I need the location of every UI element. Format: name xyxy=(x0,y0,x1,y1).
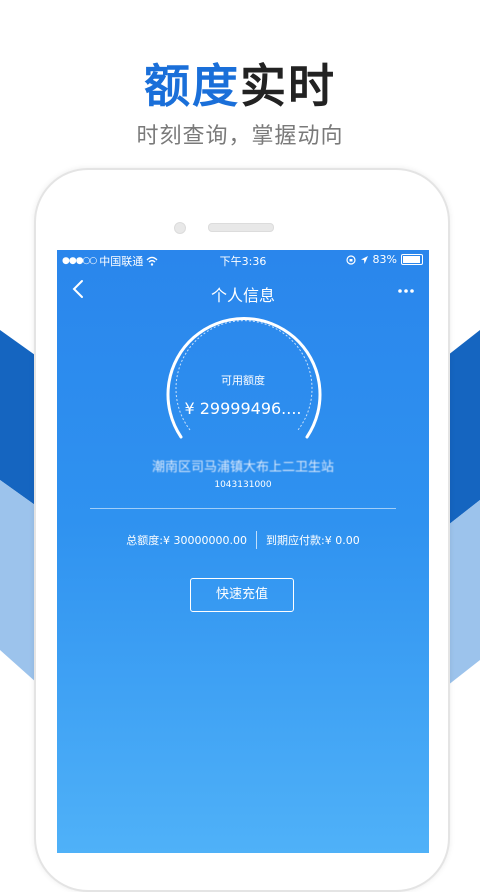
promo-title: 额度实时 xyxy=(0,50,480,116)
totals-separator xyxy=(255,531,257,549)
total-credit-label: 总额度: xyxy=(126,534,163,547)
promo-title-highlight: 额度 xyxy=(144,59,240,113)
account-holder-name: 潮南区司马浦镇大布上二卫生站 xyxy=(151,460,334,475)
promo-title-rest: 实时 xyxy=(240,59,336,113)
totals-row: 总额度: ¥ 30000000.00 到期应付款: ¥ 0.00 xyxy=(57,531,429,549)
amount-due-label: 到期应付款: xyxy=(265,534,325,547)
front-camera xyxy=(174,222,186,234)
earpiece-speaker xyxy=(208,223,274,232)
quick-recharge-button[interactable]: 快速充值 xyxy=(190,578,294,612)
total-credit-value: ¥ 30000000.00 xyxy=(163,533,247,547)
amount-due-value: ¥ 0.00 xyxy=(324,533,360,547)
divider xyxy=(90,508,396,509)
available-credit-label: 可用额度 xyxy=(221,374,265,387)
account-number: 1043131000 xyxy=(214,480,272,490)
promo-subtitle: 时刻查询，掌握动向 xyxy=(136,124,344,149)
phone-screen: ●●●○○ 中国联通 下午3:36 83% 个人信息 可用额度 ¥ 299994… xyxy=(57,250,429,853)
available-credit-value: ¥ 29999496.... xyxy=(184,399,302,418)
